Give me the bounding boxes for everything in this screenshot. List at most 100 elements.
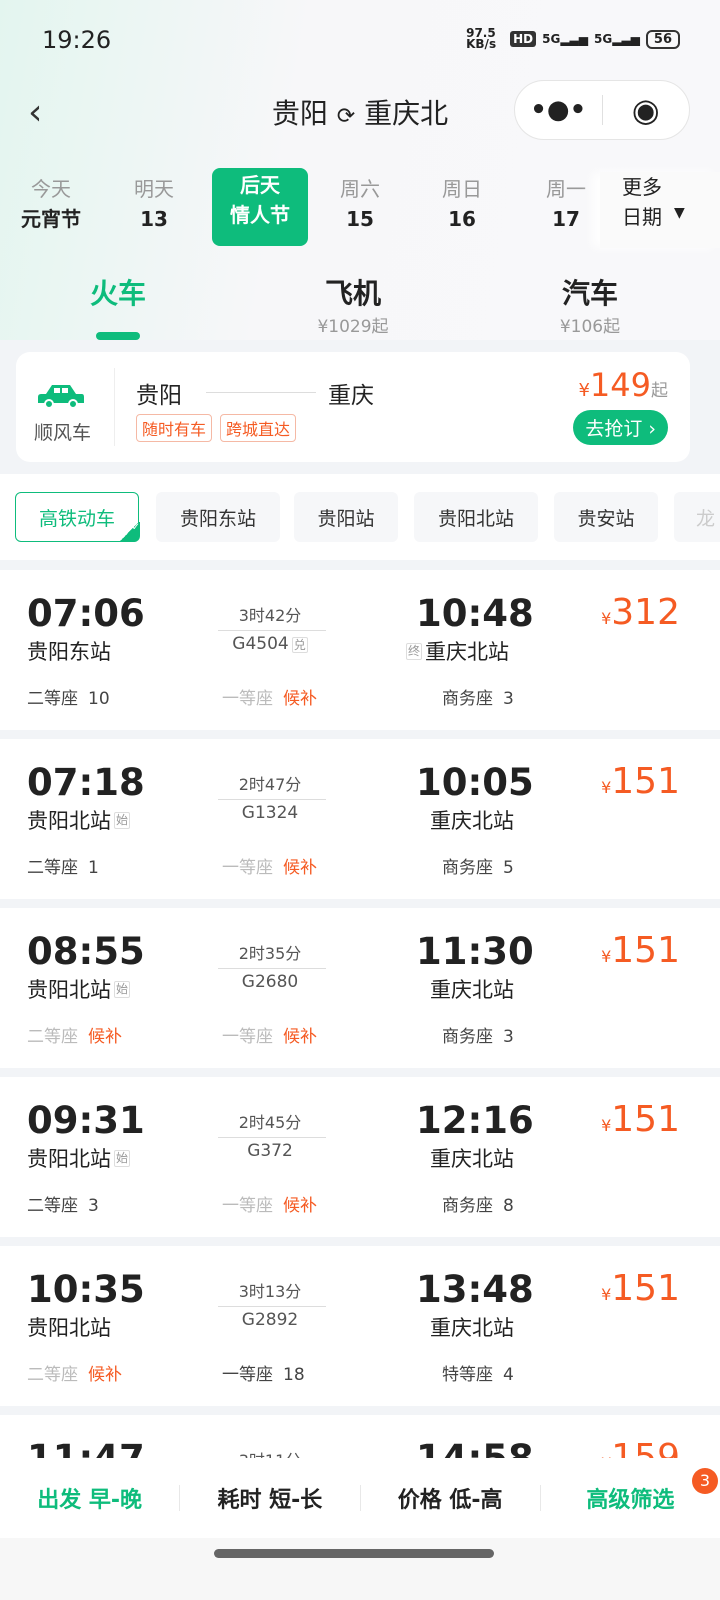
date-day: 元宵节 <box>21 207 81 231</box>
signal-icon: 5G▂▃▅ <box>542 32 589 46</box>
train-row[interactable]: 07:18 10:05 2时47分 G1324 贵阳北站始 重庆北站 ¥151 二等座 1 一等座… <box>0 739 720 899</box>
date-0[interactable]: 今天 元宵节 <box>3 174 99 234</box>
arrival-time: 10:05 <box>416 761 534 804</box>
status-time: 19:26 <box>42 26 112 54</box>
sort-3[interactable]: 高级筛选 3 <box>541 1468 720 1514</box>
filter-chip[interactable]: 贵阳东站 <box>156 492 280 542</box>
duration: 2时47分 <box>238 775 302 794</box>
station-name: 贵阳北站 <box>27 1147 111 1171</box>
filter-chip[interactable]: 贵阳北站 <box>414 492 538 542</box>
seat-availability: 一等座 候补 <box>222 1191 317 1216</box>
swap-icon[interactable]: ⟳ <box>337 104 355 129</box>
price-value: 312 <box>611 592 680 633</box>
tab-2[interactable]: 汽车 ¥106起 <box>470 272 710 337</box>
seat-count: 3 <box>88 1196 99 1216</box>
departure-station: 贵阳北站始 <box>27 805 131 835</box>
date-weekday: 今天 <box>31 177 71 201</box>
seat-class: 商务座 <box>442 1027 493 1047</box>
date-weekday: 周日 <box>442 177 482 201</box>
caret-down-icon: ▼ <box>674 205 685 221</box>
banner-price: ¥149起 <box>578 366 668 404</box>
train-number-text: G2680 <box>241 972 299 992</box>
arrival-station: 重庆北站 <box>430 1312 514 1342</box>
origin-tag: 始 <box>114 980 131 998</box>
tab-label: 火车 <box>89 277 146 310</box>
seat-count: 10 <box>88 689 110 709</box>
more-icon[interactable]: •●• <box>515 95 602 125</box>
route-arrow <box>218 1306 326 1307</box>
sort-2[interactable]: 价格 低-高 <box>361 1482 540 1514</box>
banner-from: 贵阳 <box>136 383 182 409</box>
date-weekday: 后天 <box>240 173 280 197</box>
seat-class: 一等座 <box>222 1365 273 1385</box>
duration: 3时42分 <box>238 606 302 625</box>
seat-count: 候补 <box>88 1365 122 1385</box>
terminal-tag: 终 <box>406 642 423 660</box>
train-row[interactable]: 08:55 11:30 2时35分 G2680 贵阳北站始重庆北站 ¥151 二等座 候补 一等… <box>0 908 720 1068</box>
home-indicator[interactable] <box>214 1549 494 1558</box>
seat-availability: 特等座 4 <box>442 1360 514 1385</box>
tab-0[interactable]: 火车 <box>0 272 238 312</box>
price-value: 151 <box>611 1099 680 1140</box>
train-number-text: G4504 <box>232 634 289 654</box>
date-1[interactable]: 明天 13 <box>106 174 202 234</box>
seat-class: 一等座 <box>222 858 273 878</box>
departure-station: 贵阳北站始 <box>27 1143 131 1173</box>
train-row[interactable]: 10:35 13:48 3时13分 G2892 贵阳北站 重庆北站 ¥151 二等座 候补 一等座… <box>0 1246 720 1406</box>
train-number: G4504 兑 <box>210 634 330 654</box>
price-value: 151 <box>611 930 680 971</box>
sort-label: 价格 低-高 <box>397 1488 503 1513</box>
more-dates-button[interactable]: 更多 日期 ▼ <box>600 172 720 248</box>
date-weekday: 明天 <box>134 177 174 201</box>
departure-station: 贵阳北站始 <box>27 974 131 1004</box>
arrival-station: 重庆北站 <box>430 805 514 835</box>
seat-availability: 一等座 候补 <box>222 853 317 878</box>
filter-chip[interactable]: 贵阳站 <box>294 492 398 542</box>
price: ¥151 <box>601 761 680 802</box>
date-day: 情人节 <box>230 203 290 227</box>
departure-time: 08:55 <box>27 930 145 973</box>
chip-anytime: 随时有车 <box>136 414 213 442</box>
station-name: 贵阳北站 <box>27 1316 111 1340</box>
filter-count-badge: 3 <box>692 1468 718 1494</box>
currency: ¥ <box>601 1116 612 1135</box>
seat-count: 18 <box>283 1365 305 1385</box>
train-number: G2680 <box>210 972 330 992</box>
sort-label: 耗时 短-长 <box>217 1488 323 1513</box>
departure-time: 10:35 <box>27 1268 145 1311</box>
book-now-button[interactable]: 去抢订 › <box>573 410 668 445</box>
price: ¥151 <box>601 1099 680 1140</box>
date-2[interactable]: 后天 情人节 <box>212 168 308 246</box>
filter-chip[interactable]: 龙 <box>674 492 720 542</box>
car-icon <box>36 382 86 409</box>
route-arrow <box>218 968 326 969</box>
close-target-icon[interactable]: ◉ <box>603 91 690 129</box>
seat-availability: 一等座 候补 <box>222 684 317 709</box>
rideshare-banner[interactable]: 顺风车 贵阳 重庆 随时有车 跨城直达 ¥149起 去抢订 › <box>16 352 690 462</box>
seat-class: 二等座 <box>27 1365 78 1385</box>
train-row[interactable]: 07:06 10:48 3时42分 G4504 兑 贵阳东站 终重庆北站 ¥312 二等座 10 一… <box>0 570 720 730</box>
tab-label: 飞机 <box>324 277 381 310</box>
origin-tag: 始 <box>114 1149 131 1167</box>
seat-availability: 一等座 候补 <box>222 1022 317 1047</box>
tab-1[interactable]: 飞机 ¥1029起 <box>233 272 473 337</box>
departure-station: 贵阳东站 <box>27 636 111 666</box>
arrival-time: 11:30 <box>416 930 534 973</box>
exchange-tag: 兑 <box>291 637 308 653</box>
seat-class: 一等座 <box>222 1027 273 1047</box>
filter-chip[interactable]: 贵安站 <box>554 492 658 542</box>
sort-1[interactable]: 耗时 短-长 <box>180 1482 359 1514</box>
sort-0[interactable]: 出发 早-晚 <box>0 1482 179 1514</box>
date-day: 16 <box>448 207 476 231</box>
seat-count: 4 <box>503 1365 514 1385</box>
seat-class: 二等座 <box>27 1196 78 1216</box>
signal-icon-2: 5G▂▃▅ <box>594 32 640 46</box>
arrival-time: 10:48 <box>416 592 534 635</box>
seat-class: 二等座 <box>27 689 78 709</box>
seat-class: 商务座 <box>442 858 493 878</box>
date-3[interactable]: 周六 15 <box>312 174 408 234</box>
date-4[interactable]: 周日 16 <box>414 174 510 234</box>
train-row[interactable]: 09:31 12:16 2时45分 G372 贵阳北站始 重庆北站 ¥151 二等座 3 一等座候… <box>0 1077 720 1237</box>
seat-availability: 一等座 18 <box>222 1360 305 1385</box>
price: ¥151 <box>601 930 680 971</box>
